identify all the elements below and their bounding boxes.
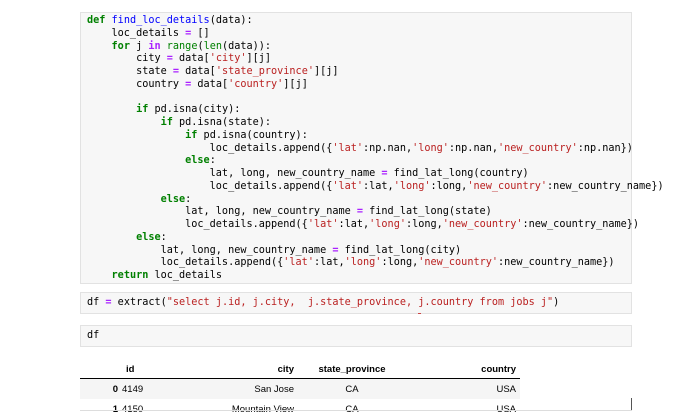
code-line: lat, long, new_country_name = find_lat_l…	[87, 168, 529, 179]
cell-id: 4149	[122, 383, 144, 395]
table-header-row: id city state_province country	[80, 360, 520, 379]
code-line: if pd.isna(city):	[136, 104, 241, 116]
code-editor[interactable]: def find_loc_details(data): loc_details …	[81, 13, 664, 283]
code-line: return loc_details	[111, 270, 222, 281]
code-line: df	[87, 330, 100, 341]
output-divider	[80, 410, 632, 411]
column-header-index	[80, 360, 122, 379]
output-scroll-edge	[631, 398, 632, 410]
code-editor[interactable]: df = extract("select j.id, j.city, j.sta…	[81, 293, 631, 310]
cell-country: USA	[496, 403, 516, 415]
row-index: 1	[112, 403, 118, 415]
cell-city: Mountain View	[231, 403, 294, 415]
column-header-state-province: state_province	[318, 363, 386, 375]
code-line: if pd.isna(state):	[160, 117, 272, 128]
code-line: loc_details.append({'lat':lat,'long':lon…	[87, 180, 664, 192]
table-row: 0 4149 San Jose CA USA	[80, 378, 520, 399]
cursor-mark	[418, 313, 421, 314]
code-cell-extract-query[interactable]: df = extract("select j.id, j.city, j.sta…	[80, 292, 632, 314]
code-line: loc_details.append({'lat':lat,'long':lon…	[87, 257, 615, 269]
code-line: else:	[160, 193, 192, 205]
code-line: country = data['country'][j]	[87, 78, 308, 90]
code-line: df = extract("select j.id, j.city, j.sta…	[87, 297, 560, 308]
code-line: if pd.isna(country):	[185, 129, 308, 141]
cell-id: 4150	[122, 403, 144, 415]
code-line: else:	[185, 155, 216, 167]
column-header-city: city	[277, 363, 294, 375]
code-line: def find_loc_details(data):	[87, 15, 253, 26]
cell-country: USA	[496, 383, 516, 395]
code-cell-df[interactable]: df	[80, 325, 632, 347]
code-line: loc_details = []	[87, 27, 210, 39]
code-editor[interactable]: df	[81, 326, 631, 343]
cell-state-province: CA	[345, 403, 359, 415]
table-row: 1 4150 Mountain View CA USA	[80, 399, 520, 419]
cell-city: San Jose	[254, 383, 294, 395]
code-line: state = data['state_province'][j]	[87, 66, 339, 77]
code-line: lat, long, new_country_name = find_lat_l…	[87, 244, 462, 256]
code-line: for j in range(len(data)):	[111, 40, 272, 52]
cell-state-province: CA	[345, 383, 359, 395]
code-cell-find-loc-details[interactable]: def find_loc_details(data): loc_details …	[80, 12, 664, 284]
row-index: 0	[112, 383, 118, 395]
code-line: else:	[136, 231, 167, 243]
column-header-id: id	[126, 363, 135, 375]
code-line: city = data['city'][j]	[87, 53, 272, 65]
code-line: lat, long, new_country_name = find_lat_l…	[87, 206, 492, 218]
code-line: loc_details.append({'lat':lat,'long':lon…	[87, 219, 640, 230]
column-header-country: country	[481, 363, 516, 375]
code-line: loc_details.append({'lat':np.nan,'long':…	[87, 142, 633, 154]
